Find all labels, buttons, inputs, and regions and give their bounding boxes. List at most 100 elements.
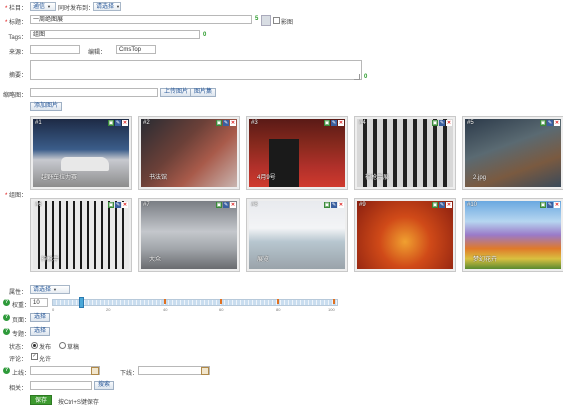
- save-button[interactable]: 保存: [30, 395, 52, 405]
- page-select-button[interactable]: 选择: [30, 313, 51, 322]
- add-image-button[interactable]: 添加图片: [30, 102, 63, 111]
- pencil-icon[interactable]: ✎: [439, 120, 445, 126]
- comment-checkbox[interactable]: ✓: [31, 353, 38, 360]
- title-input[interactable]: 一周绝图展: [30, 15, 252, 24]
- edit-icon[interactable]: ▣: [324, 120, 330, 126]
- image-number: #5: [467, 120, 474, 126]
- pencil-icon[interactable]: ✎: [439, 202, 445, 208]
- weight-slider[interactable]: 0 20 40 60 80 100: [50, 296, 338, 312]
- slider-tick-label: 40: [163, 307, 168, 312]
- weight-input[interactable]: 10: [30, 298, 48, 307]
- edit-icon[interactable]: ▣: [324, 202, 330, 208]
- image-number: #3: [251, 120, 258, 126]
- offline-label: 下线：: [120, 371, 139, 377]
- help-icon[interactable]: ?: [3, 299, 10, 306]
- also-publish-select[interactable]: 请选择 ▼: [93, 2, 121, 11]
- slider-thumb[interactable]: [79, 297, 85, 308]
- color-picker-icon[interactable]: [261, 15, 271, 26]
- image-tile[interactable]: #9 ▣ ✎ ✕: [354, 198, 456, 272]
- bold-checkbox[interactable]: [273, 17, 280, 24]
- photo-thumbnail: [357, 201, 453, 269]
- help-icon[interactable]: ?: [3, 367, 10, 374]
- image-caption: 2.jpg: [473, 175, 487, 181]
- delete-icon[interactable]: ✕: [338, 120, 344, 126]
- tags-input[interactable]: 组图: [30, 30, 200, 39]
- slider-marker: [220, 299, 222, 304]
- image-caption: 越野车拉力赛: [41, 175, 78, 181]
- edit-icon[interactable]: ▣: [108, 202, 114, 208]
- image-tile[interactable]: #5 2.jpg ▣ ✎ ✕: [462, 116, 563, 190]
- image-tile[interactable]: #1 越野车拉力赛 ▣ ✎ ✕: [30, 116, 132, 190]
- edit-icon[interactable]: ▣: [108, 120, 114, 126]
- pencil-icon[interactable]: ✎: [115, 120, 121, 126]
- help-icon[interactable]: ?: [3, 314, 10, 321]
- image-number: #10: [467, 202, 478, 208]
- image-tile[interactable]: #4 神枪手展 ▣ ✎ ✕: [354, 116, 456, 190]
- source-label: 来源：: [8, 50, 27, 56]
- image-caption: 展览: [257, 257, 270, 263]
- delete-icon[interactable]: ✕: [554, 120, 560, 126]
- slider-tick-label: 0: [52, 307, 55, 312]
- pencil-icon[interactable]: ✎: [331, 202, 337, 208]
- status-radio-draft[interactable]: [59, 342, 66, 349]
- online-date-input[interactable]: [30, 366, 100, 375]
- pencil-icon[interactable]: ✎: [223, 120, 229, 126]
- edit-icon[interactable]: ▣: [216, 202, 222, 208]
- online-label: 上线：: [12, 371, 31, 377]
- offline-date-input[interactable]: [138, 366, 210, 375]
- title-count: 5: [255, 16, 259, 22]
- image-tile[interactable]: #10 梦幻花卉 ▣ ✎ ✕: [462, 198, 563, 272]
- image-number: #9: [359, 202, 366, 208]
- pencil-icon[interactable]: ✎: [547, 202, 553, 208]
- image-tile[interactable]: #8 展览 ▣ ✎ ✕: [246, 198, 348, 272]
- title-label: * 标题：: [4, 20, 27, 26]
- pencil-icon[interactable]: ✎: [331, 120, 337, 126]
- delete-icon[interactable]: ✕: [122, 202, 128, 208]
- image-library-button[interactable]: 图片集: [190, 88, 217, 97]
- related-label: 相关：: [8, 386, 27, 392]
- edit-icon[interactable]: ▣: [432, 120, 438, 126]
- image-tile[interactable]: #6 神枪手 ▣ ✎ ✕: [30, 198, 132, 272]
- image-tile[interactable]: #3 4月9号 ▣ ✎ ✕: [246, 116, 348, 190]
- delete-icon[interactable]: ✕: [446, 202, 452, 208]
- column-select[interactable]: 通信 ▼: [30, 2, 56, 11]
- image-tile[interactable]: #2 书法馆 ▣ ✎ ✕: [138, 116, 240, 190]
- pencil-icon[interactable]: ✎: [547, 120, 553, 126]
- help-icon[interactable]: ?: [3, 328, 10, 335]
- edit-icon[interactable]: ▣: [432, 202, 438, 208]
- delete-icon[interactable]: ✕: [230, 202, 236, 208]
- image-caption: 神枪手: [41, 257, 60, 263]
- pencil-icon[interactable]: ✎: [115, 202, 121, 208]
- edit-icon[interactable]: ▣: [216, 120, 222, 126]
- summary-textarea[interactable]: [30, 60, 362, 80]
- edit-icon[interactable]: ▣: [540, 120, 546, 126]
- image-number: #8: [251, 202, 258, 208]
- pencil-icon[interactable]: ✎: [223, 202, 229, 208]
- status-radio-publish[interactable]: [31, 342, 38, 349]
- delete-icon[interactable]: ✕: [446, 120, 452, 126]
- delete-icon[interactable]: ✕: [554, 202, 560, 208]
- slider-marker: [164, 299, 166, 304]
- delete-icon[interactable]: ✕: [230, 120, 236, 126]
- calendar-icon[interactable]: [201, 367, 209, 375]
- image-caption: 4月9号: [257, 175, 276, 181]
- related-search-button[interactable]: 搜索: [94, 381, 115, 390]
- calendar-icon[interactable]: [91, 367, 99, 375]
- delete-icon[interactable]: ✕: [338, 202, 344, 208]
- weight-label: 权重：: [12, 303, 31, 309]
- editor-input[interactable]: CmsTop: [116, 45, 156, 54]
- attr-select[interactable]: 请选择 ▼: [30, 285, 70, 294]
- related-input[interactable]: [30, 381, 92, 390]
- topic-select-button[interactable]: 选择: [30, 327, 51, 336]
- status-label: 状态：: [8, 345, 27, 351]
- source-input[interactable]: [30, 45, 80, 54]
- image-tile[interactable]: #7 大众 ▣ ✎ ✕: [138, 198, 240, 272]
- upload-image-button[interactable]: 上传图片: [160, 88, 193, 97]
- thumb-input[interactable]: [30, 88, 158, 97]
- edit-icon[interactable]: ▣: [540, 202, 546, 208]
- image-caption: 书法馆: [149, 175, 168, 181]
- tags-label: Tags：: [8, 35, 27, 41]
- resize-handle-icon[interactable]: [354, 74, 360, 80]
- delete-icon[interactable]: ✕: [122, 120, 128, 126]
- image-number: #2: [143, 120, 150, 126]
